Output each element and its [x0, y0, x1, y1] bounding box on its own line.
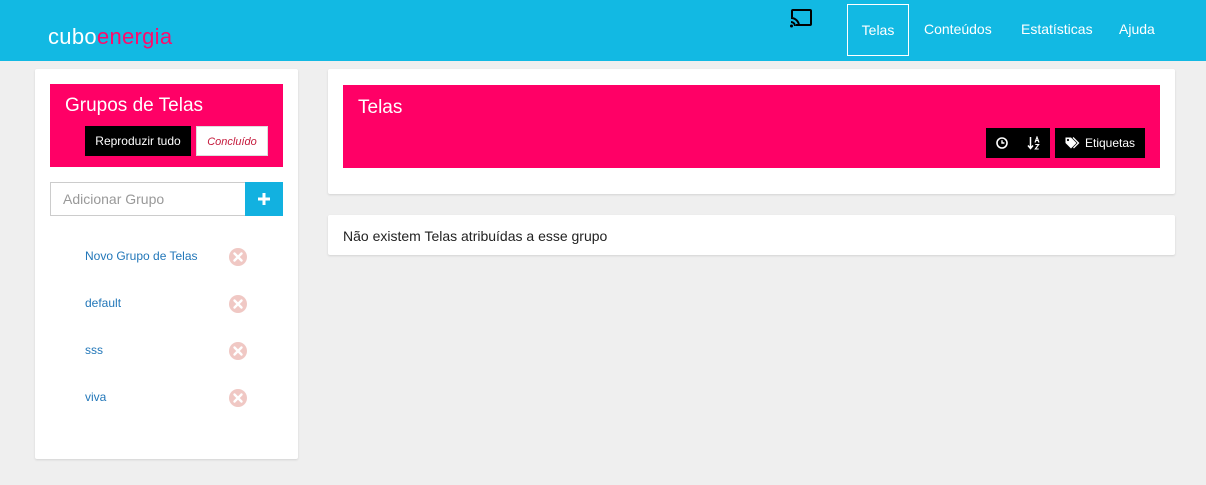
sort-alpha-icon [1027, 136, 1040, 150]
remove-circle-icon[interactable] [229, 248, 247, 266]
nav-tab-conteudos[interactable]: Conteúdos [924, 0, 992, 61]
nav-tab-estatisticas[interactable]: Estatísticas [1021, 0, 1093, 61]
screens-title: Telas [358, 97, 403, 118]
plus-icon [258, 193, 270, 205]
screens-header: Telas Etiquetas [343, 85, 1160, 168]
group-list-item: viva [85, 387, 255, 409]
group-list-item: default [85, 293, 255, 315]
remove-circle-icon[interactable] [229, 389, 247, 407]
done-button[interactable]: Concluído [196, 126, 268, 156]
add-group-button[interactable] [245, 182, 283, 216]
groups-title: Grupos de Telas [65, 95, 204, 116]
sort-by-time-button[interactable] [986, 128, 1018, 158]
brand-logo[interactable]: cuboenergia [48, 24, 172, 50]
group-list-item: sss [85, 340, 255, 362]
remove-circle-icon[interactable] [229, 295, 247, 313]
logo-text-cubo: cubo [48, 24, 97, 49]
cast-icon[interactable] [789, 8, 813, 28]
tags-label: Etiquetas [1085, 136, 1136, 150]
empty-state-panel: Não existem Telas atribuídas a esse grup… [328, 215, 1175, 255]
add-group-input[interactable] [50, 182, 245, 216]
sort-alpha-button[interactable] [1018, 128, 1050, 158]
empty-state-message: Não existem Telas atribuídas a esse grup… [343, 228, 608, 244]
nav-tab-ajuda[interactable]: Ajuda [1119, 0, 1155, 61]
play-all-button[interactable]: Reproduzir tudo [85, 126, 191, 156]
clock-icon [996, 137, 1008, 149]
screens-panel: Telas Etiquetas [328, 69, 1175, 194]
group-link-default[interactable]: default [85, 296, 121, 310]
screens-toolbar [986, 128, 1050, 158]
group-link-novo-grupo[interactable]: Novo Grupo de Telas [85, 249, 198, 263]
group-link-viva[interactable]: viva [85, 390, 106, 404]
groups-panel: Grupos de Telas Reproduzir tudo Concluíd… [35, 69, 298, 459]
group-list-item: Novo Grupo de Telas [85, 246, 255, 268]
remove-circle-icon[interactable] [229, 342, 247, 360]
tags-button[interactable]: Etiquetas [1055, 128, 1145, 158]
groups-header: Grupos de Telas Reproduzir tudo Concluíd… [50, 84, 283, 167]
top-navbar: cuboenergia Telas Conteúdos Estatísticas… [0, 0, 1206, 61]
logo-text-energia: energia [96, 24, 173, 49]
nav-tab-telas[interactable]: Telas [847, 4, 909, 56]
group-link-sss[interactable]: sss [85, 343, 103, 357]
tags-icon [1065, 137, 1080, 149]
